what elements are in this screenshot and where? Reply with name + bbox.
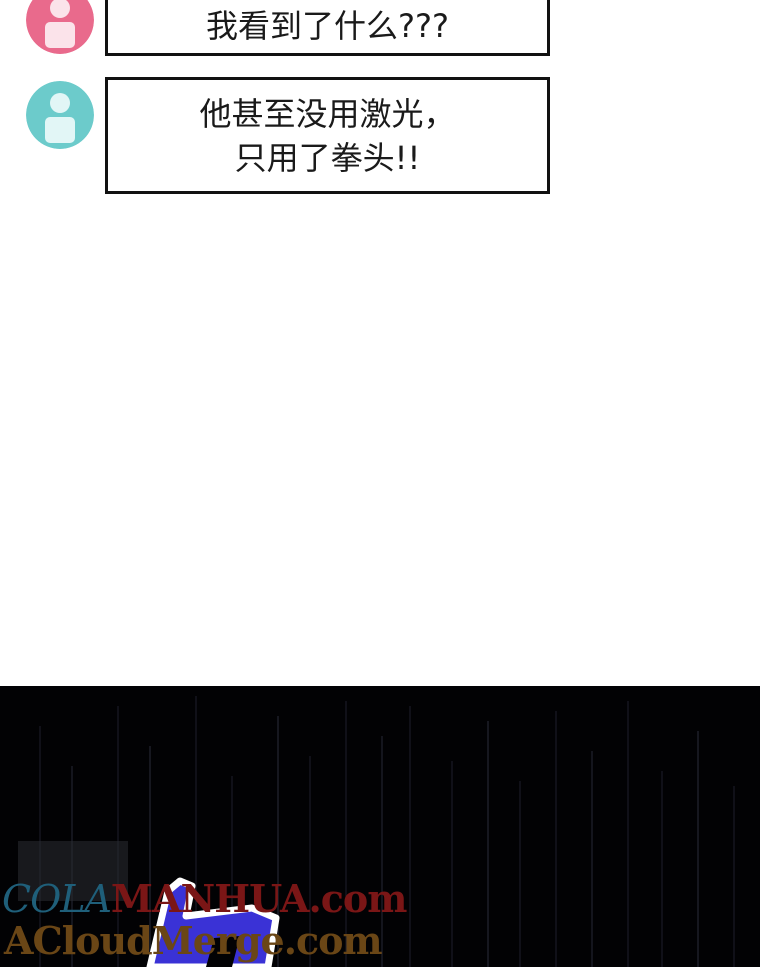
watermark-cola: COLA — [2, 877, 112, 921]
chat-bubble: 他甚至没用激光， 只用了拳头!! — [105, 77, 550, 194]
chat-area: 我看到了什么??? 他甚至没用激光， 只用了拳头!! — [0, 0, 760, 686]
watermark-line-2: ACloudMerge.com — [4, 918, 383, 963]
chat-bubble: 我看到了什么??? — [105, 0, 550, 56]
watermark-manhua: MANHUA — [110, 876, 310, 921]
watermark-line-1: COLAMANHUA.com — [2, 876, 408, 921]
pink-user-avatar — [26, 0, 94, 54]
dark-comic-panel: COLAMANHUA.com ACloudMerge.com — [0, 686, 760, 967]
watermark-com: .com — [308, 876, 408, 921]
chat-bubble-text-line-1: 他甚至没用激光， — [199, 94, 456, 133]
chat-bubble-text: 我看到了什么??? — [206, 7, 449, 45]
user-silhouette-icon — [26, 0, 94, 54]
watermark-acloudmerge: ACloudMerge.com — [4, 918, 383, 963]
user-silhouette-icon — [26, 81, 94, 149]
teal-user-avatar — [26, 81, 94, 149]
chat-bubble-text-line-2: 只用了拳头!! — [234, 138, 421, 177]
